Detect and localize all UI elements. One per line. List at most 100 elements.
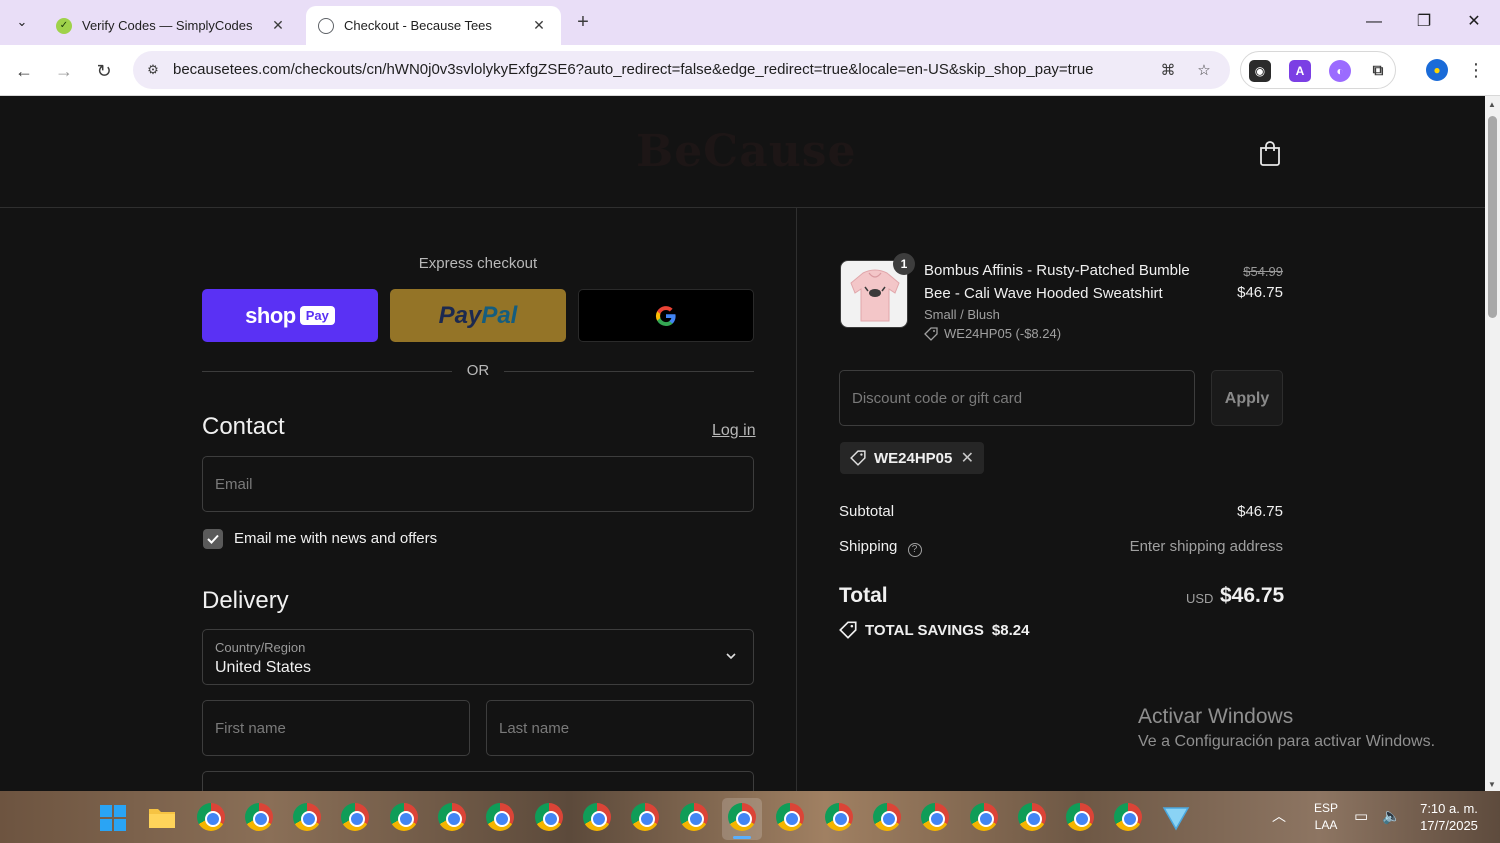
tab-search-button[interactable]: ⌄ (8, 8, 36, 36)
tab-verify-codes[interactable]: ✓ Verify Codes — SimplyCodes ✕ (44, 6, 300, 45)
volume-icon[interactable]: 🔈 (1382, 807, 1401, 825)
google-pay-button[interactable] (578, 289, 754, 342)
extension-purple-icon[interactable]: ◐ (1329, 60, 1351, 82)
chrome-taskbar-icon[interactable] (438, 803, 466, 831)
reload-button[interactable]: ↻ (90, 57, 118, 85)
chrome-taskbar-icon[interactable] (1018, 803, 1046, 831)
chrome-taskbar-icon[interactable] (825, 803, 853, 831)
site-info-icon[interactable]: ⚙ (143, 60, 163, 80)
browser-menu-icon[interactable]: ⋮ (1464, 57, 1488, 83)
email-field[interactable]: Email (202, 456, 754, 512)
close-icon[interactable]: ✕ (268, 17, 288, 34)
chrome-taskbar-icon[interactable] (776, 803, 804, 831)
extension-a-icon[interactable]: A (1289, 60, 1311, 82)
tag-icon (924, 326, 938, 341)
simplycodes-favicon-icon: ✓ (56, 17, 72, 34)
contact-heading: Contact (202, 413, 285, 440)
scrollbar-thumb[interactable] (1488, 116, 1497, 318)
network-icon[interactable]: ▭ (1354, 807, 1368, 825)
shop-pay-button[interactable]: shop Pay (202, 289, 378, 342)
remove-code-icon[interactable]: ✕ (961, 448, 974, 468)
puzzle-icon[interactable]: ⧉ (1367, 60, 1389, 82)
scroll-down-icon[interactable]: ▼ (1488, 780, 1496, 789)
country-select[interactable]: Country/Region United States (202, 629, 754, 685)
chrome-taskbar-icon[interactable] (341, 803, 369, 831)
language-line-2: LAA (1314, 818, 1338, 832)
chrome-taskbar-icon[interactable] (1066, 803, 1094, 831)
chrome-taskbar-icon[interactable] (631, 803, 659, 831)
chrome-taskbar-icon[interactable] (390, 803, 418, 831)
scroll-up-icon[interactable]: ▲ (1488, 100, 1496, 109)
product-name: Bombus Affinis - Rusty-Patched Bumble Be… (924, 262, 1190, 302)
column-divider (796, 208, 797, 791)
newsletter-label[interactable]: Email me with news and offers (234, 530, 437, 547)
chrome-taskbar-icon[interactable] (970, 803, 998, 831)
chrome-taskbar-icon[interactable] (680, 803, 708, 831)
shipping-row: Shipping ? Enter shipping address (839, 538, 1283, 557)
bookmark-star-icon[interactable]: ☆ (1193, 60, 1215, 82)
translate-icon[interactable]: ⌘ (1157, 60, 1179, 82)
close-icon[interactable]: ✕ (529, 17, 549, 34)
chrome-taskbar-icon[interactable] (728, 803, 756, 831)
check-icon (207, 534, 219, 544)
last-name-field[interactable]: Last name (486, 700, 754, 756)
chrome-taskbar-icon[interactable] (1114, 803, 1142, 831)
tab-title: Verify Codes — SimplyCodes (82, 18, 253, 33)
brand-logo[interactable]: BeCause (636, 126, 856, 177)
chrome-taskbar-icon[interactable] (921, 803, 949, 831)
discount-placeholder: Discount code or gift card (852, 390, 1023, 407)
minimize-button[interactable]: — (1354, 8, 1394, 36)
windows-activation-watermark: Activar Windows Ve a Configuración para … (1138, 705, 1435, 751)
back-button[interactable]: ← (10, 57, 38, 85)
apply-button[interactable]: Apply (1211, 370, 1283, 426)
applied-code-chip: WE24HP05 ✕ (840, 442, 984, 474)
google-icon (655, 305, 676, 326)
address-field[interactable] (202, 771, 754, 791)
taskbar-active-indicator (733, 836, 751, 839)
quantity-badge: 1 (893, 253, 915, 275)
country-label: Country/Region (215, 640, 306, 655)
activation-title: Activar Windows (1138, 705, 1294, 728)
chevron-down-icon: ⌄ (16, 14, 28, 29)
windows-start-icon[interactable] (100, 805, 126, 831)
tab-title: Checkout - Because Tees (344, 18, 492, 33)
forward-button[interactable]: → (50, 57, 78, 85)
new-tab-button[interactable]: + (570, 10, 596, 36)
vpn-triangle-icon[interactable] (1162, 805, 1190, 831)
total-label: Total (839, 584, 888, 607)
total-currency: USD (1186, 591, 1214, 606)
page-scrollbar[interactable]: ▲ ▼ (1485, 96, 1500, 791)
or-divider: OR (202, 362, 754, 382)
discount-code-input[interactable]: Discount code or gift card (839, 370, 1195, 426)
first-name-field[interactable]: First name (202, 700, 470, 756)
chrome-taskbar-icon[interactable] (197, 803, 225, 831)
file-explorer-icon[interactable] (148, 805, 176, 829)
chrome-taskbar-icon[interactable] (535, 803, 563, 831)
taskbar-clock[interactable]: 7:10 a. m. 17/7/2025 (1416, 800, 1482, 834)
extension-spy-icon[interactable]: ◉ (1249, 60, 1271, 82)
paypal-button[interactable]: PayPal (390, 289, 566, 342)
tray-overflow-icon[interactable]: ︿ (1272, 806, 1286, 826)
newsletter-checkbox[interactable] (203, 529, 223, 549)
price-current: $46.75 (1237, 284, 1283, 301)
language-indicator[interactable]: ESP LAA (1312, 800, 1340, 834)
help-icon[interactable]: ? (907, 543, 922, 557)
country-value: United States (215, 659, 312, 676)
chrome-taskbar-icon[interactable] (583, 803, 611, 831)
chrome-taskbar-icon[interactable] (486, 803, 514, 831)
chrome-taskbar-icon[interactable] (245, 803, 273, 831)
tab-strip: ⌄ ✓ Verify Codes — SimplyCodes ✕ Checkou… (0, 0, 1500, 45)
tab-checkout[interactable]: Checkout - Because Tees ✕ (306, 6, 561, 45)
login-link[interactable]: Log in (712, 422, 756, 440)
delivery-heading: Delivery (202, 587, 289, 614)
restore-button[interactable]: ❐ (1404, 8, 1444, 36)
subtotal-row: Subtotal $46.75 (839, 503, 1283, 520)
chrome-taskbar-icon[interactable] (873, 803, 901, 831)
url-text[interactable]: becausetees.com/checkouts/cn/hWN0j0v3svl… (173, 61, 1094, 78)
shopping-bag-icon[interactable] (1258, 140, 1282, 166)
total-savings: TOTAL SAVINGS $8.24 (839, 621, 1029, 639)
chrome-taskbar-icon[interactable] (293, 803, 321, 831)
address-bar[interactable]: ⚙ becausetees.com/checkouts/cn/hWN0j0v3s… (133, 51, 1230, 89)
profile-avatar-icon[interactable]: ● (1426, 59, 1448, 81)
close-window-button[interactable]: ✕ (1454, 8, 1494, 36)
